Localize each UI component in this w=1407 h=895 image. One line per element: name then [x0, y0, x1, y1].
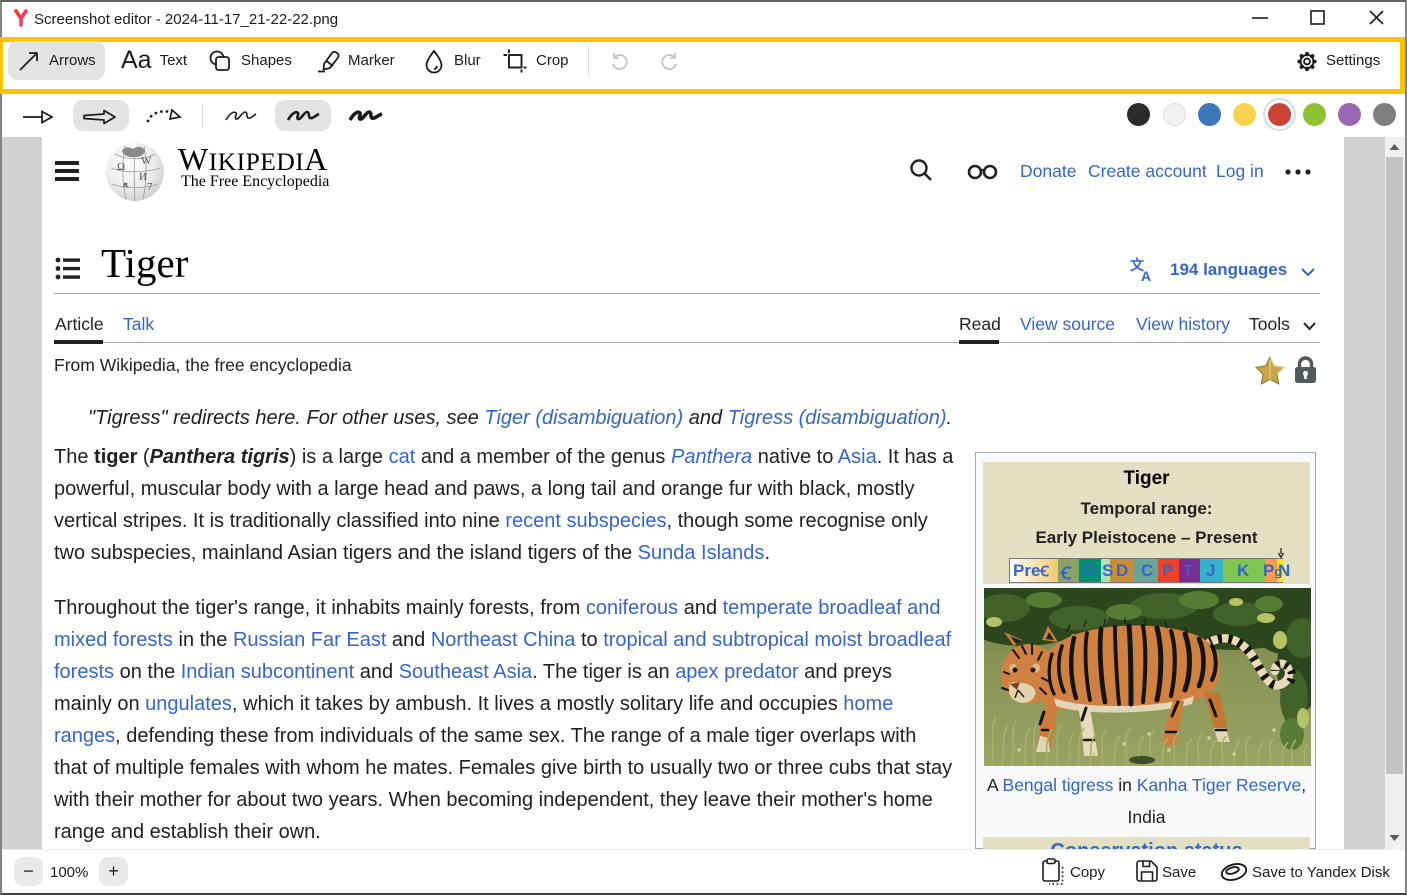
svg-text:7: 7: [147, 181, 153, 193]
svg-text:A: A: [1141, 268, 1151, 283]
svg-text:W: W: [141, 155, 152, 167]
svg-text:И: И: [139, 171, 147, 183]
svg-text:ﻌ: ﻌ: [122, 178, 129, 190]
svg-text:Ω: Ω: [117, 161, 125, 173]
